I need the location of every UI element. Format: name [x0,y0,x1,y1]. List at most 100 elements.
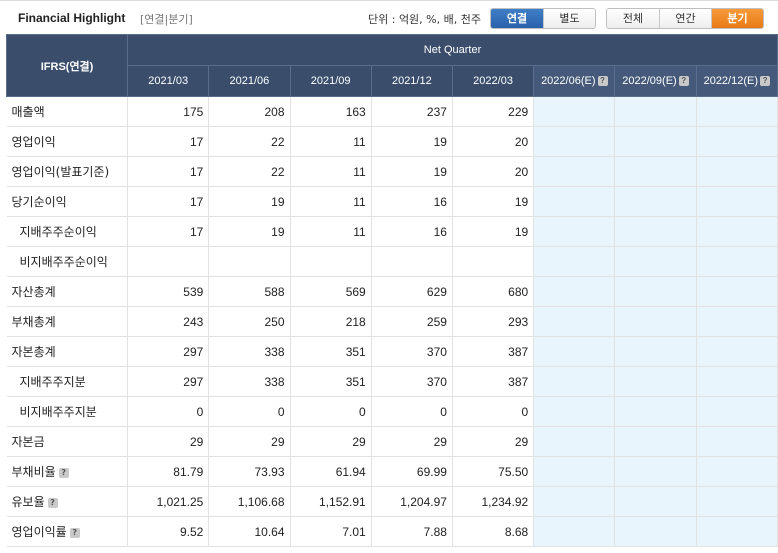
value-cell: 259 [371,306,453,337]
value-cell: 175 [127,96,210,127]
section-title: Financial Highlight [18,11,126,25]
value-cell: 17 [127,216,210,247]
value-cell: 0 [290,396,372,427]
value-cell [696,216,778,247]
period-label: 2022/06(E) [541,75,596,87]
period-toggle: 전체 연간 분기 [606,8,764,29]
value-cell: 680 [452,276,535,307]
table-row: 영업이익(발표기준) 17 22 11 19 20 [6,156,778,187]
value-cell [533,96,616,127]
help-icon[interactable]: ? [760,76,771,87]
row-label: 당기순이익 [11,195,67,209]
value-cell [533,396,616,427]
value-cell [614,396,697,427]
row-label: 영업이익 [11,135,56,149]
row-label-cell: 영업이익 [6,126,129,157]
value-cell [533,366,616,397]
value-cell [696,396,778,427]
value-cell [696,306,778,337]
value-cell: 10.64 [208,516,291,547]
value-cell: 11 [290,126,372,157]
value-cell: 1,021.25 [127,486,210,517]
value-cell [696,126,778,157]
value-cell [614,186,697,217]
value-cell: 19 [452,216,535,247]
tab-consolidated[interactable]: 연결 [491,9,543,28]
value-cell: 81.79 [127,456,210,487]
value-cell: 11 [290,186,372,217]
value-cell: 29 [371,426,453,457]
value-cell: 1,234.92 [452,486,535,517]
value-cell [696,486,778,517]
tab-quarterly[interactable]: 분기 [711,9,763,28]
value-cell [614,96,697,127]
value-cell: 17 [127,186,210,217]
value-cell [614,276,697,307]
period-header: 2022/03 [451,65,535,97]
value-cell [290,246,372,277]
value-cell: 387 [452,366,535,397]
period-label: 2021/06 [229,75,270,87]
value-cell [614,426,697,457]
value-cell: 73.93 [208,456,291,487]
help-icon[interactable]: ? [69,527,80,538]
value-cell: 22 [208,126,291,157]
value-cell: 20 [452,156,535,187]
tab-all[interactable]: 전체 [607,9,659,28]
table-row: 영업이익 17 22 11 19 20 [6,126,778,157]
table-row: 유보율? 1,021.25 1,106.68 1,152.91 1,204.97 1,23… [6,486,778,517]
value-cell: 208 [208,96,291,127]
value-cell [614,156,697,187]
row-label-cell: 비지배주주지분 [6,396,129,427]
value-cell: 0 [208,396,291,427]
value-cell: 29 [452,426,535,457]
value-cell [533,126,616,157]
value-cell [371,246,453,277]
period-header: 2021/12 [370,65,453,97]
row-label: 부채비율 [11,465,56,479]
value-cell [696,456,778,487]
row-label-cell: 영업이익률? [6,516,129,547]
tab-annual[interactable]: 연간 [659,9,711,28]
help-icon[interactable]: ? [597,76,608,87]
help-icon[interactable]: ? [47,497,58,508]
value-cell [696,96,778,127]
value-cell: 19 [208,216,291,247]
period-label: 2022/12(E) [703,75,759,87]
value-cell [614,516,697,547]
group-header: Net Quarter [127,34,778,66]
row-label-cell: 자본금 [6,426,129,457]
value-cell [696,516,778,547]
value-cell [533,516,616,547]
row-label: 비지배주주순이익 [19,255,108,269]
value-cell: 250 [208,306,291,337]
value-cell [696,156,778,187]
value-cell [614,306,697,337]
period-header: 2022/12(E)? [695,65,778,97]
value-cell [533,246,616,277]
row-label: 매출액 [11,105,45,119]
highlight-toolbar: Financial Highlight [연결|분기] 단위 : 억원, %, … [0,0,778,34]
value-cell: 370 [371,366,453,397]
row-label: 유보율 [11,495,45,509]
value-cell: 19 [371,126,453,157]
value-cell [533,156,616,187]
value-cell [614,216,697,247]
unit-label: 단위 : 억원, %, 배, 천주 [368,13,481,26]
value-cell: 7.01 [290,516,372,547]
table-row: 부채총계 243 250 218 259 293 [6,306,778,337]
row-label: 영업이익(발표기준) [11,165,110,179]
value-cell [533,306,616,337]
help-icon[interactable]: ? [58,467,69,478]
table-row: 당기순이익 17 19 11 16 19 [6,186,778,217]
value-cell [696,336,778,367]
tab-separate[interactable]: 별도 [543,9,595,28]
value-cell: 17 [127,156,210,187]
value-cell [614,456,697,487]
help-icon[interactable]: ? [678,76,689,87]
value-cell [614,126,697,157]
period-label: 2022/03 [473,75,513,87]
row-label-cell: 당기순이익 [6,186,129,217]
value-cell: 629 [371,276,453,307]
value-cell [533,486,616,517]
